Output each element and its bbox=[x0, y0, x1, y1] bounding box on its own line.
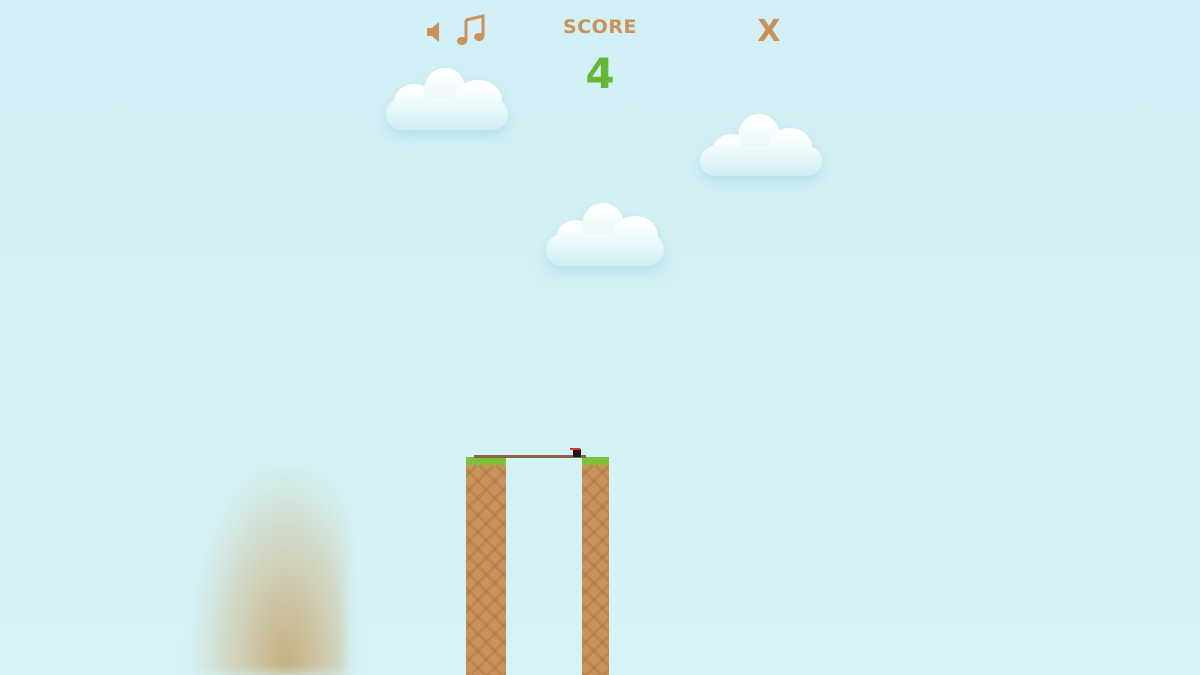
music-toggle-button[interactable] bbox=[455, 14, 489, 48]
blurred-background-shape bbox=[195, 470, 347, 675]
cloud bbox=[384, 66, 510, 132]
grass-edge bbox=[582, 463, 609, 469]
bridge-stick bbox=[474, 455, 586, 458]
cloud bbox=[698, 112, 824, 178]
speaker-icon bbox=[427, 22, 439, 42]
cloud bbox=[544, 202, 666, 268]
hero-body bbox=[573, 449, 581, 457]
music-note-icon bbox=[457, 14, 485, 45]
grass-edge bbox=[466, 463, 506, 469]
hero-headband bbox=[570, 448, 580, 450]
score-label: SCORE bbox=[563, 16, 637, 38]
sound-toggle-button[interactable] bbox=[424, 18, 446, 46]
left-platform bbox=[466, 457, 506, 675]
close-button[interactable]: X bbox=[756, 14, 782, 50]
game-canvas[interactable]: SCORE 4 X bbox=[0, 0, 1200, 675]
right-platform bbox=[582, 457, 609, 675]
ninja-hero bbox=[570, 446, 582, 457]
score-value: 4 bbox=[585, 49, 615, 98]
